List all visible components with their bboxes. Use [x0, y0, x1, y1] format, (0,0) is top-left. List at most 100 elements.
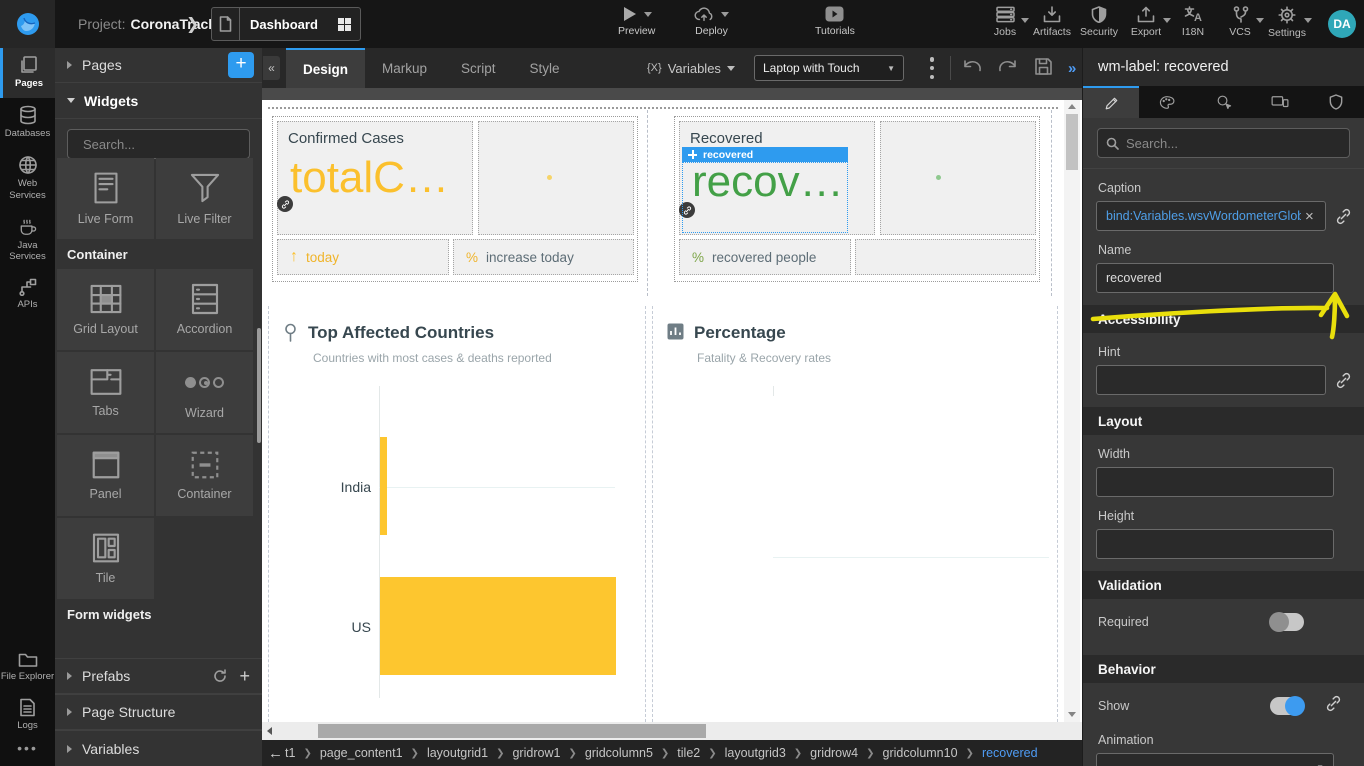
- artifacts-menu[interactable]: Artifacts: [1029, 6, 1075, 39]
- tab-style[interactable]: Style: [513, 48, 577, 88]
- security-menu[interactable]: Security: [1076, 6, 1122, 39]
- design-canvas[interactable]: Confirmed Cases totalC… ↑ today: [262, 88, 1082, 722]
- project-chevron-icon[interactable]: ❯: [186, 14, 199, 34]
- scroll-up-icon[interactable]: [1068, 104, 1076, 109]
- show-toggle[interactable]: [1270, 697, 1304, 715]
- increase-today-label[interactable]: increase today: [486, 250, 574, 265]
- breadcrumb-item[interactable]: gridrow4: [810, 746, 858, 760]
- rail-item-pages[interactable]: Pages: [0, 48, 55, 98]
- jobs-menu[interactable]: Jobs: [982, 6, 1028, 39]
- recovered-label-cell[interactable]: Recovered recovered recov…: [679, 121, 875, 235]
- caption-bind-icon[interactable]: [1335, 208, 1352, 225]
- widget-search-input[interactable]: [83, 137, 259, 152]
- show-bind-icon[interactable]: [1325, 695, 1342, 712]
- card-percentage[interactable]: Percentage Fatality & Recovery rates: [652, 306, 1058, 722]
- collapse-right-panel-button[interactable]: »: [1068, 60, 1076, 77]
- tab-styles[interactable]: [1139, 86, 1195, 118]
- rail-more-icon[interactable]: •••: [0, 740, 55, 756]
- tab-markup[interactable]: Markup: [365, 48, 444, 88]
- breadcrumb-item[interactable]: layoutgrid3: [725, 746, 786, 760]
- widget-wizard[interactable]: Wizard: [156, 352, 253, 433]
- bar-us[interactable]: [380, 577, 616, 675]
- properties-search-input[interactable]: [1126, 136, 1341, 151]
- export-menu[interactable]: Export: [1123, 6, 1169, 39]
- horizontal-scroll-thumb[interactable]: [318, 724, 706, 738]
- name-input[interactable]: [1096, 263, 1334, 293]
- redo-button[interactable]: [998, 58, 1018, 76]
- widgets-section-header[interactable]: Widgets: [55, 83, 262, 119]
- collapse-left-panel-button[interactable]: «: [263, 56, 280, 80]
- recovered-people-label[interactable]: recovered people: [712, 250, 816, 265]
- tab-script[interactable]: Script: [444, 48, 513, 88]
- breadcrumb-item[interactable]: page_content1: [320, 746, 403, 760]
- confirmed-increase-cell[interactable]: % increase today: [453, 239, 634, 275]
- breadcrumb-item[interactable]: gridrow1: [512, 746, 560, 760]
- hint-input[interactable]: [1096, 365, 1326, 395]
- device-select[interactable]: Laptop with Touch ▼: [754, 55, 904, 81]
- breadcrumb-item[interactable]: t1: [285, 746, 295, 760]
- variables-button[interactable]: {X} Variables: [647, 48, 735, 88]
- tile-recovered[interactable]: Recovered recovered recov…: [674, 116, 1040, 282]
- refresh-icon[interactable]: [213, 669, 227, 683]
- breadcrumb-item[interactable]: gridcolumn10: [883, 746, 958, 760]
- confirmed-label-cell[interactable]: Confirmed Cases totalC…: [277, 121, 473, 235]
- widget-grid-layout[interactable]: Grid Layout: [57, 269, 154, 350]
- scroll-left-icon[interactable]: [267, 727, 272, 735]
- vertical-scroll-thumb[interactable]: [1066, 114, 1078, 170]
- pages-section-header[interactable]: Pages +: [55, 48, 262, 83]
- tile-confirmed-cases[interactable]: Confirmed Cases totalC… ↑ today: [272, 116, 638, 282]
- scroll-down-icon[interactable]: [1068, 712, 1076, 717]
- clear-binding-icon[interactable]: ×: [1305, 208, 1314, 225]
- recovered-empty-cell[interactable]: [880, 121, 1036, 235]
- add-page-button[interactable]: +: [228, 52, 254, 78]
- confirmed-today-cell[interactable]: ↑ today: [277, 239, 449, 275]
- rail-item-databases[interactable]: Databases: [0, 98, 55, 148]
- canvas-vertical-scrollbar[interactable]: [1064, 100, 1080, 722]
- i18n-menu[interactable]: A I18N: [1170, 6, 1216, 39]
- widget-accordion[interactable]: Accordion: [156, 269, 253, 350]
- breadcrumb-back-icon[interactable]: ←: [268, 745, 283, 762]
- selection-tag[interactable]: recovered: [682, 147, 848, 162]
- breadcrumb-item[interactable]: gridcolumn5: [585, 746, 653, 760]
- total-cases-label[interactable]: totalC…: [278, 153, 472, 203]
- settings-menu[interactable]: Settings: [1264, 6, 1310, 39]
- preview-button[interactable]: Preview: [618, 6, 655, 37]
- tab-security[interactable]: [1308, 86, 1364, 118]
- widget-tabs[interactable]: Tabs: [57, 352, 154, 433]
- width-input[interactable]: [1096, 467, 1334, 497]
- height-input[interactable]: [1096, 529, 1334, 559]
- add-prefab-icon[interactable]: +: [239, 666, 250, 687]
- widget-live-filter[interactable]: Live Filter: [156, 158, 253, 239]
- confirmed-empty-cell[interactable]: [478, 121, 634, 235]
- tutorials-button[interactable]: Tutorials: [815, 6, 855, 37]
- widget-container[interactable]: Container: [156, 435, 253, 516]
- widget-live-form[interactable]: Live Form: [57, 158, 154, 239]
- tab-interactions[interactable]: [1195, 86, 1251, 118]
- user-avatar[interactable]: DA: [1328, 10, 1356, 38]
- breadcrumb-item[interactable]: tile2: [677, 746, 700, 760]
- canvas-horizontal-scrollbar[interactable]: [262, 722, 1082, 740]
- tab-devices[interactable]: [1252, 86, 1308, 118]
- hint-bind-icon[interactable]: [1335, 372, 1352, 389]
- deploy-button[interactable]: Deploy: [694, 6, 729, 37]
- tab-design[interactable]: Design: [286, 48, 365, 88]
- recovered-footer-empty-cell[interactable]: [855, 239, 1036, 275]
- recovered-title[interactable]: Recovered: [680, 122, 874, 147]
- card-top-affected-countries[interactable]: Top Affected Countries Countries with mo…: [268, 306, 646, 722]
- animation-select[interactable]: ▼: [1096, 753, 1334, 766]
- rail-item-apis[interactable]: APIs: [0, 271, 55, 319]
- rail-item-web-services[interactable]: Web Services: [0, 148, 55, 210]
- widget-panel[interactable]: Panel: [57, 435, 154, 516]
- undo-button[interactable]: [962, 58, 982, 76]
- widget-panel-scrollbar[interactable]: [257, 328, 261, 443]
- rail-item-file-explorer[interactable]: File Explorer: [0, 644, 55, 691]
- rail-item-logs[interactable]: Logs: [0, 691, 55, 740]
- vcs-menu[interactable]: VCS: [1217, 6, 1263, 39]
- widget-tile[interactable]: Tile: [57, 518, 154, 599]
- selected-widget-outline[interactable]: [682, 162, 848, 233]
- required-toggle[interactable]: [1270, 613, 1304, 631]
- recovered-people-cell[interactable]: % recovered people: [679, 239, 851, 275]
- breadcrumb-item-active[interactable]: recovered: [982, 746, 1038, 760]
- tab-properties[interactable]: [1083, 86, 1139, 118]
- bar-india[interactable]: [380, 437, 387, 535]
